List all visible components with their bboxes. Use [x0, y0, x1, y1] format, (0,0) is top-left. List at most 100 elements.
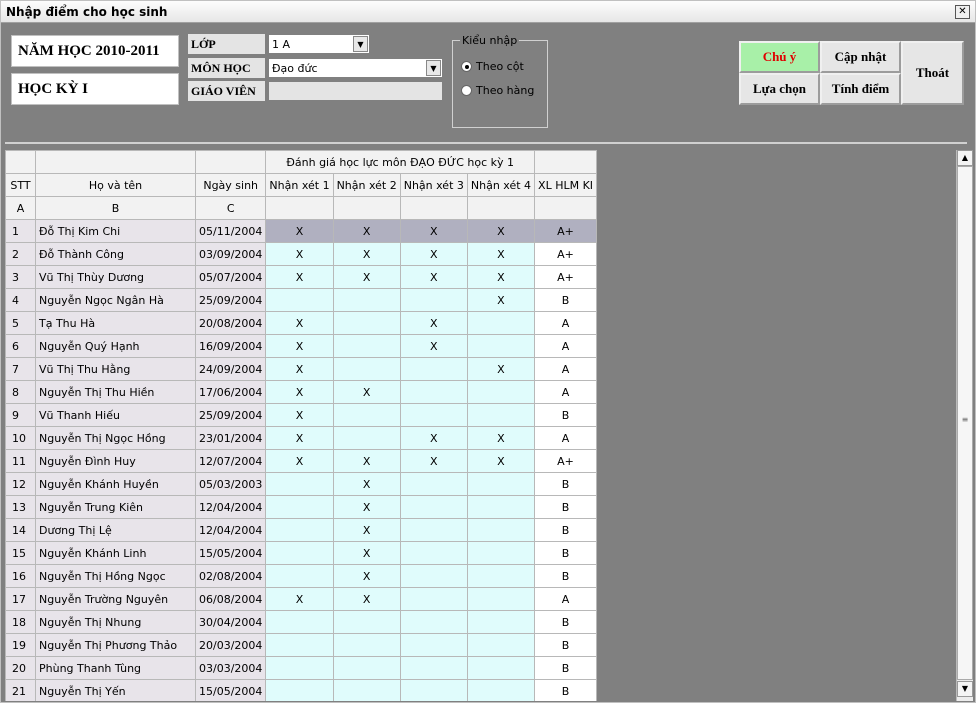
comment-cell[interactable]: X	[332, 242, 401, 266]
comment-cell[interactable]: X	[265, 357, 334, 381]
comment-cell[interactable]: X	[399, 219, 468, 243]
table-row[interactable]: 21 Nguyễn Thị Yến 15/05/2004 B	[5, 679, 598, 701]
table-row[interactable]: 14 Dương Thị Lệ 12/04/2004 X B	[5, 518, 598, 542]
table-row[interactable]: 19 Nguyễn Thị Phương Thảo 20/03/2004 B	[5, 633, 598, 657]
comment-cell[interactable]	[265, 656, 334, 680]
comment-cell[interactable]: X	[399, 311, 468, 335]
table-row[interactable]: 18 Nguyễn Thị Nhung 30/04/2004 B	[5, 610, 598, 634]
grade-cell[interactable]: B	[534, 288, 598, 312]
table-row[interactable]: 16 Nguyễn Thị Hồng Ngọc 02/08/2004 X B	[5, 564, 598, 588]
close-icon[interactable]: ✕	[955, 5, 970, 19]
grade-cell[interactable]: B	[534, 403, 598, 427]
comment-cell[interactable]: X	[332, 541, 401, 565]
comment-cell[interactable]	[399, 495, 468, 519]
comment-cell[interactable]	[332, 610, 401, 634]
comment-cell[interactable]: X	[466, 288, 536, 312]
table-row[interactable]: 11 Nguyễn Đình Huy 12/07/2004 X X X X A+	[5, 449, 598, 473]
chevron-down-icon[interactable]: ▼	[353, 36, 368, 52]
comment-cell[interactable]: X	[332, 587, 401, 611]
comment-cell[interactable]	[265, 472, 334, 496]
grade-cell[interactable]: A+	[534, 219, 598, 243]
comment-cell[interactable]: X	[399, 334, 468, 358]
comment-cell[interactable]: X	[265, 265, 334, 289]
grade-cell[interactable]: A	[534, 380, 598, 404]
grade-cell[interactable]: A	[534, 357, 598, 381]
comment-cell[interactable]: X	[332, 219, 401, 243]
comment-cell[interactable]: X	[332, 518, 401, 542]
comment-cell[interactable]	[265, 633, 334, 657]
comment-cell[interactable]: X	[265, 449, 334, 473]
comment-cell[interactable]	[466, 495, 536, 519]
scroll-thumb[interactable]: ≡	[957, 166, 973, 680]
comment-cell[interactable]	[466, 472, 536, 496]
comment-cell[interactable]: X	[265, 219, 334, 243]
teacher-field[interactable]	[268, 81, 443, 101]
grade-cell[interactable]: B	[534, 564, 598, 588]
radio-selected-icon[interactable]	[461, 61, 472, 72]
comment-cell[interactable]: X	[332, 472, 401, 496]
comment-cell[interactable]: X	[466, 357, 536, 381]
grade-cell[interactable]: A+	[534, 265, 598, 289]
comment-cell[interactable]	[332, 426, 401, 450]
comment-cell[interactable]	[332, 311, 401, 335]
comment-cell[interactable]	[332, 288, 401, 312]
comment-cell[interactable]: X	[466, 219, 536, 243]
radio-by-column[interactable]: Theo cột	[461, 60, 524, 73]
comment-cell[interactable]	[332, 679, 401, 701]
notice-button[interactable]: Chú ý	[739, 41, 820, 73]
comment-cell[interactable]	[399, 679, 468, 701]
comment-cell[interactable]: X	[399, 426, 468, 450]
scroll-up-icon[interactable]: ▲	[957, 150, 973, 166]
comment-cell[interactable]: X	[466, 265, 536, 289]
comment-cell[interactable]	[332, 334, 401, 358]
comment-cell[interactable]	[466, 518, 536, 542]
title-bar[interactable]: Nhập điểm cho học sinh ✕	[1, 1, 975, 23]
comment-cell[interactable]: X	[332, 449, 401, 473]
comment-cell[interactable]	[265, 564, 334, 588]
comment-cell[interactable]	[466, 610, 536, 634]
grade-cell[interactable]: B	[534, 610, 598, 634]
comment-cell[interactable]: X	[265, 311, 334, 335]
scroll-down-icon[interactable]: ▼	[957, 681, 973, 697]
comment-cell[interactable]	[265, 610, 334, 634]
comment-cell[interactable]: X	[265, 403, 334, 427]
grade-cell[interactable]: B	[534, 495, 598, 519]
comment-cell[interactable]: X	[332, 495, 401, 519]
grade-cell[interactable]: B	[534, 656, 598, 680]
table-row[interactable]: 5 Tạ Thu Hà 20/08/2004 X X A	[5, 311, 598, 335]
grade-cell[interactable]: A	[534, 587, 598, 611]
comment-cell[interactable]: X	[332, 564, 401, 588]
comment-cell[interactable]	[399, 633, 468, 657]
comment-cell[interactable]: X	[399, 242, 468, 266]
comment-cell[interactable]: X	[332, 380, 401, 404]
comment-cell[interactable]	[466, 541, 536, 565]
comment-cell[interactable]: X	[399, 449, 468, 473]
table-row[interactable]: 4 Nguyễn Ngọc Ngân Hà 25/09/2004 X B	[5, 288, 598, 312]
comment-cell[interactable]	[332, 357, 401, 381]
radio-by-row[interactable]: Theo hàng	[461, 84, 534, 97]
table-row[interactable]: 6 Nguyễn Quý Hạnh 16/09/2004 X X A	[5, 334, 598, 358]
grade-cell[interactable]: A	[534, 311, 598, 335]
class-select[interactable]: 1 A ▼	[268, 34, 370, 54]
comment-cell[interactable]	[399, 380, 468, 404]
table-row[interactable]: 9 Vũ Thanh Hiếu 25/09/2004 X B	[5, 403, 598, 427]
grade-cell[interactable]: A+	[534, 242, 598, 266]
comment-cell[interactable]	[466, 564, 536, 588]
table-row[interactable]: 3 Vũ Thị Thùy Dương 05/07/2004 X X X X A+	[5, 265, 598, 289]
comment-cell[interactable]: X	[265, 334, 334, 358]
comment-cell[interactable]	[466, 656, 536, 680]
comment-cell[interactable]: X	[466, 426, 536, 450]
comment-cell[interactable]	[399, 288, 468, 312]
comment-cell[interactable]	[466, 403, 536, 427]
grade-cell[interactable]: A	[534, 334, 598, 358]
comment-cell[interactable]	[265, 679, 334, 701]
table-row[interactable]: 2 Đỗ Thành Công 03/09/2004 X X X X A+	[5, 242, 598, 266]
grade-cell[interactable]: A+	[534, 449, 598, 473]
table-row[interactable]: 8 Nguyễn Thị Thu Hiền 17/06/2004 X X A	[5, 380, 598, 404]
comment-cell[interactable]	[399, 564, 468, 588]
comment-cell[interactable]	[332, 403, 401, 427]
comment-cell[interactable]	[265, 541, 334, 565]
comment-cell[interactable]: X	[466, 242, 536, 266]
comment-cell[interactable]	[265, 288, 334, 312]
comment-cell[interactable]: X	[265, 426, 334, 450]
